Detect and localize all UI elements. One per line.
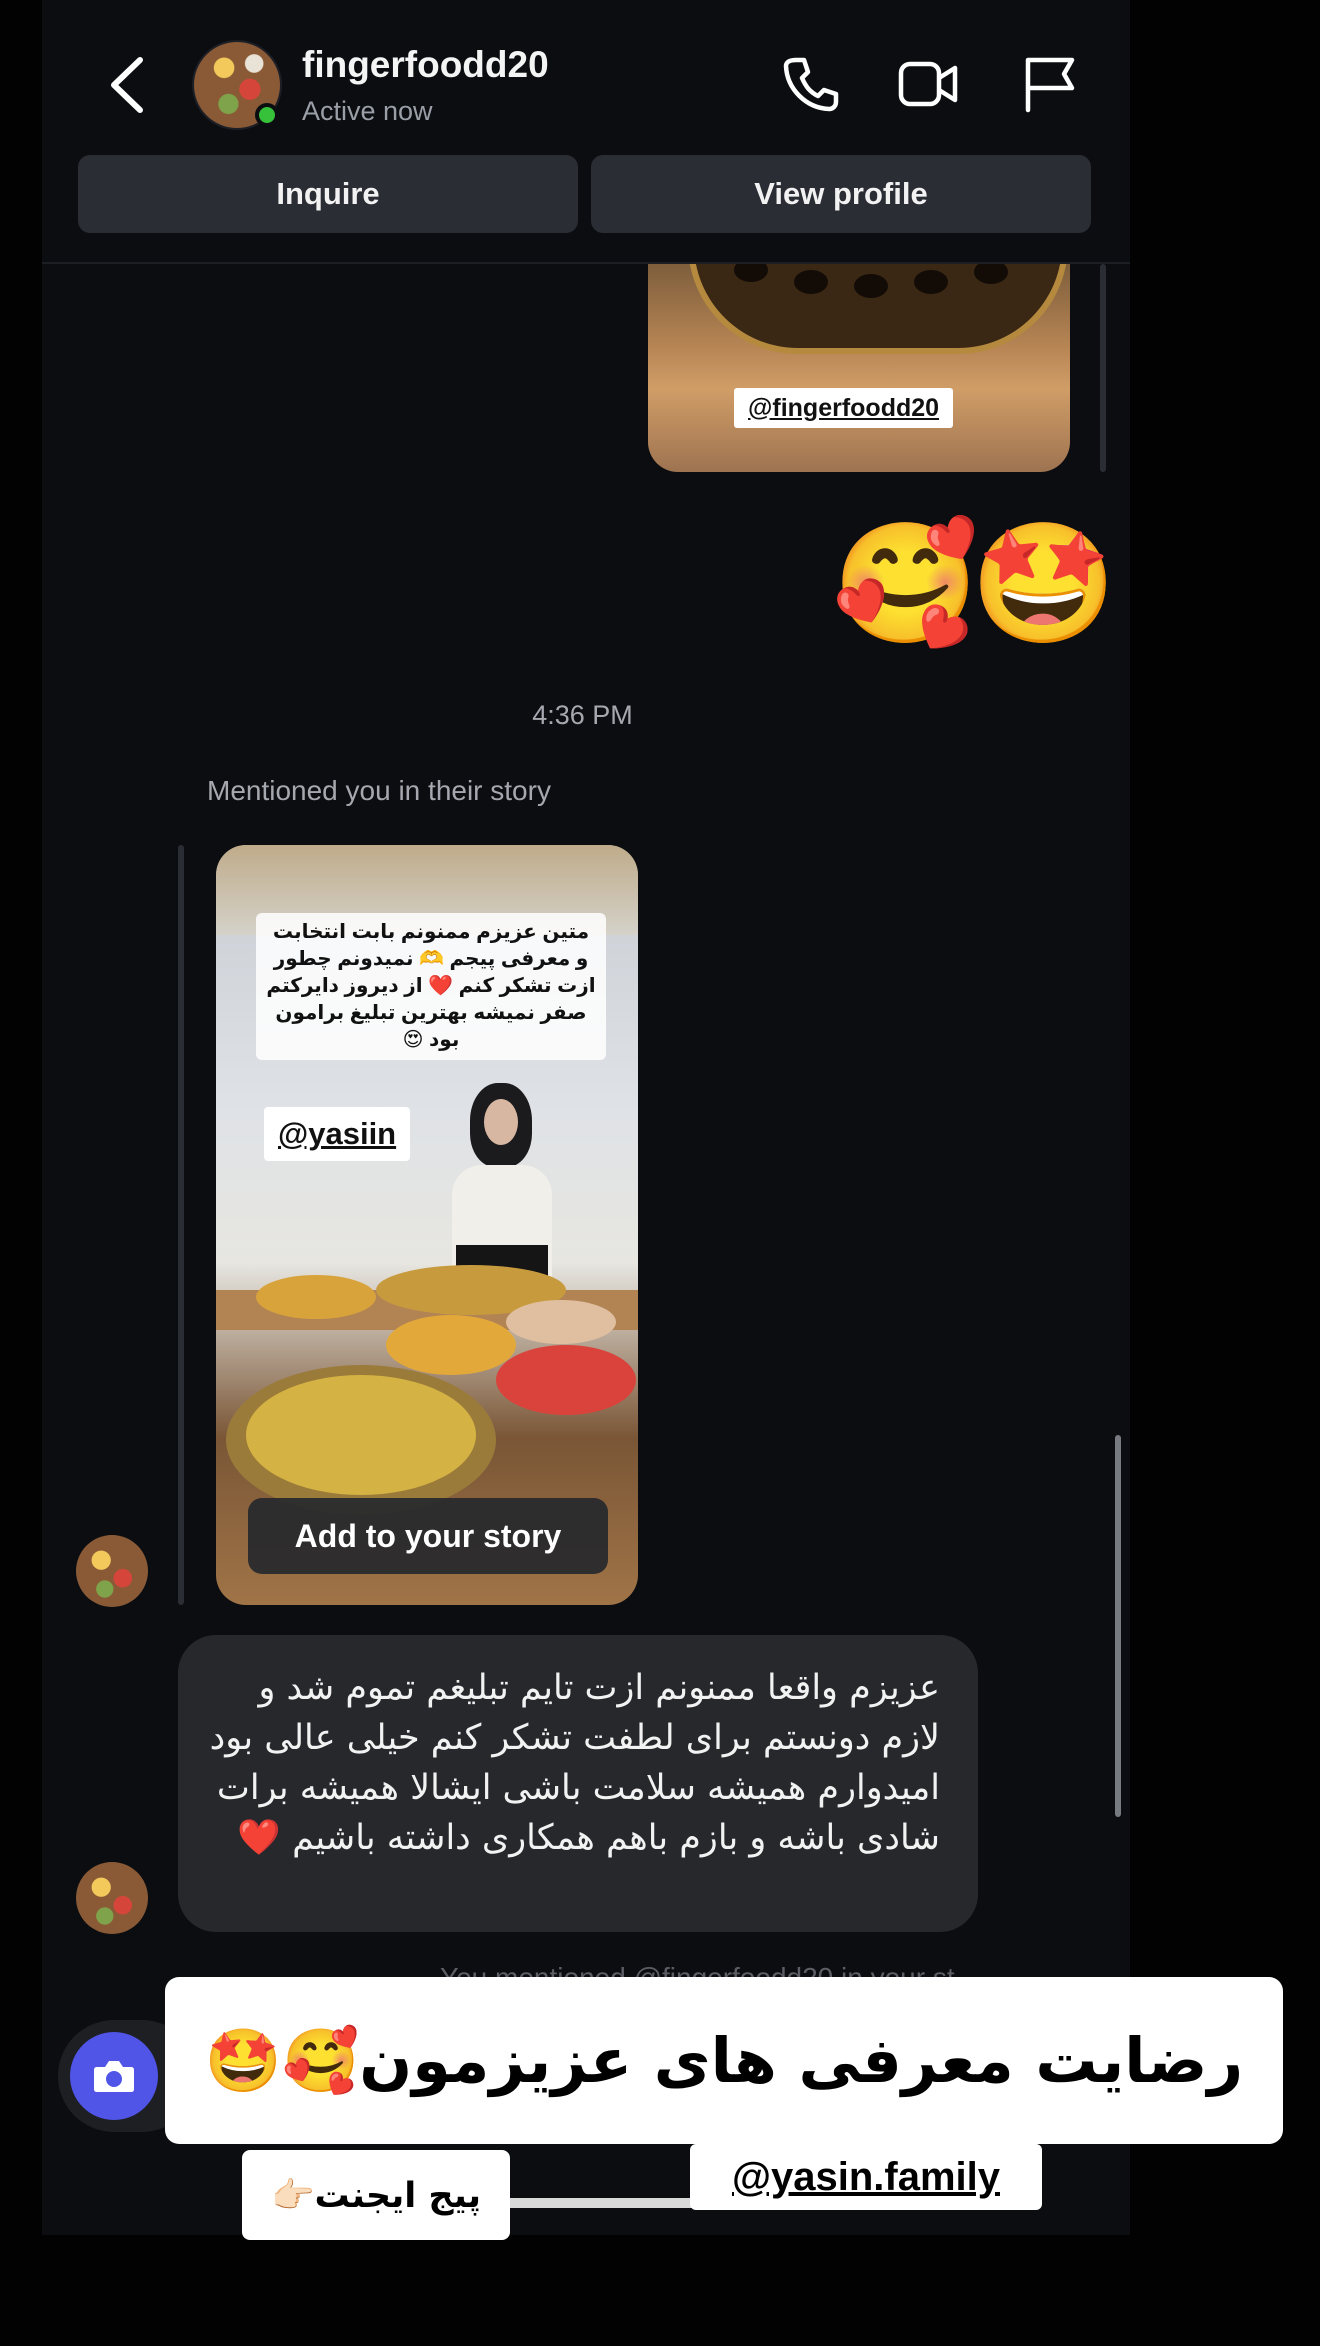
handle-sticker: @yasin.family <box>690 2144 1042 2210</box>
add-to-story-button[interactable]: Add to your story <box>248 1498 608 1574</box>
post-handle-tag: @fingerfoodd20 <box>734 388 954 428</box>
online-indicator <box>255 103 279 127</box>
story-mention-tag: @yasiin <box>264 1107 411 1161</box>
star-struck-emoji: 🤩 <box>970 514 1117 652</box>
sender-avatar[interactable] <box>76 1862 148 1934</box>
story-thread-line <box>178 845 184 1605</box>
phone-icon <box>783 57 839 112</box>
camera-button[interactable] <box>70 2032 158 2120</box>
username[interactable]: fingerfoodd20 <box>302 44 549 86</box>
back-icon <box>111 57 143 113</box>
reply-thread-line <box>1100 264 1106 472</box>
shared-post-image[interactable]: @fingerfoodd20 <box>648 264 1070 472</box>
story-platter <box>506 1300 616 1344</box>
call-button[interactable] <box>778 52 842 116</box>
frame-left <box>0 0 42 2346</box>
back-button[interactable] <box>100 50 160 120</box>
story-platter <box>256 1275 376 1319</box>
active-status: Active now <box>302 96 433 126</box>
message-timestamp: 4:36 PM <box>532 700 633 730</box>
flag-icon <box>1025 57 1075 113</box>
agent-page-sticker: پیج ایجنت👉🏻 <box>242 2150 510 2240</box>
story-fruit <box>246 1375 476 1495</box>
video-call-button[interactable] <box>897 52 961 116</box>
story-preview[interactable]: متین عزیزم ممنونم بابت انتخابت و معرفی پ… <box>216 845 638 1605</box>
camera-icon <box>94 2061 134 2092</box>
video-icon <box>898 61 958 107</box>
scrollbar[interactable] <box>1115 1435 1121 1817</box>
overlay-banner: رضایت معرفی های عزیزمون🥰🤩 <box>165 1977 1283 2144</box>
food-tray <box>688 264 1068 354</box>
smiling-hearts-emoji: 🥰 <box>832 514 979 652</box>
story-platter <box>386 1315 516 1375</box>
story-platter <box>496 1345 636 1415</box>
sender-avatar[interactable] <box>76 1535 148 1607</box>
story-person-face <box>484 1099 518 1145</box>
story-mention-note: Mentioned you in their story <box>207 775 551 806</box>
message-bubble[interactable]: عزیزم واقعا ممنونم ازت تایم تبلیغم تموم … <box>178 1635 978 1932</box>
inquire-button[interactable]: Inquire <box>78 155 578 233</box>
view-profile-button[interactable]: View profile <box>591 155 1091 233</box>
frame-bottom <box>0 2235 1320 2346</box>
story-caption: متین عزیزم ممنونم بابت انتخابت و معرفی پ… <box>256 913 606 1060</box>
dm-thread-screen: fingerfoodd20 Active now Inquire View pr… <box>0 0 1320 2346</box>
report-button[interactable] <box>1018 52 1082 116</box>
